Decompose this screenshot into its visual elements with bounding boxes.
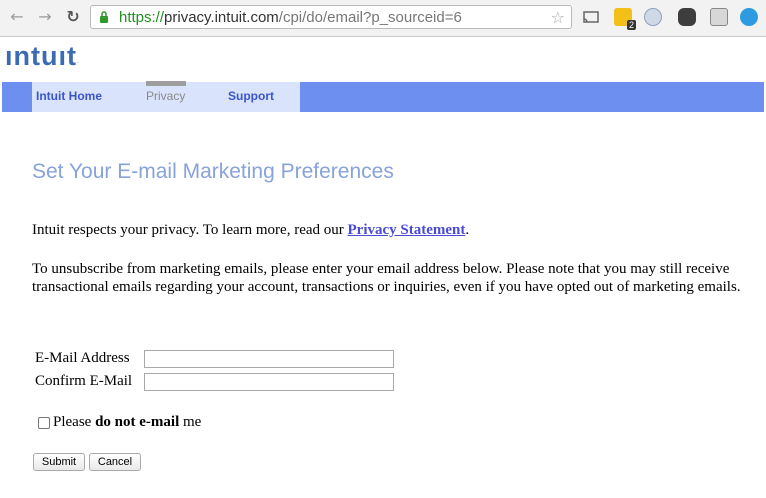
privacy-statement-link[interactable]: Privacy Statement [348, 222, 466, 238]
cast-icon[interactable] [582, 8, 600, 26]
browser-toolbar: ← → ↻ https://privacy.intuit.com/cpi/do/… [0, 0, 766, 37]
extension-globe-icon[interactable] [644, 8, 662, 26]
back-icon[interactable]: ← [8, 8, 26, 26]
submit-button[interactable]: Submit [33, 453, 85, 471]
extension-earth-icon[interactable] [740, 8, 758, 26]
extension-badge: 2 [626, 20, 636, 30]
tab-privacy[interactable]: Privacy [146, 81, 186, 116]
forward-icon[interactable]: → [36, 8, 54, 26]
url-text: https://privacy.intuit.com/cpi/do/email?… [119, 9, 462, 26]
email-field[interactable] [144, 350, 394, 368]
main-nav: Intuit Home Privacy Support [2, 81, 764, 112]
address-bar[interactable]: https://privacy.intuit.com/cpi/do/email?… [90, 5, 572, 29]
do-not-email-row: Please do not e-mail me [38, 414, 201, 431]
cancel-button[interactable]: Cancel [89, 453, 141, 471]
extension-star-icon[interactable]: 2 [614, 8, 636, 30]
confirm-email-label: Confirm E-Mail [35, 373, 133, 389]
intro-paragraph: Intuit respects your privacy. To learn m… [32, 222, 470, 238]
confirm-email-field[interactable] [144, 373, 394, 391]
intuit-logo[interactable]: ıntuıt. [5, 41, 80, 72]
evernote-icon[interactable] [678, 8, 696, 26]
page-title: Set Your E-mail Marketing Preferences [32, 160, 394, 183]
unsubscribe-paragraph: To unsubscribe from marketing emails, pl… [32, 261, 741, 295]
lock-icon [100, 11, 108, 23]
extension-book-icon[interactable] [710, 8, 728, 26]
reload-icon[interactable]: ↻ [64, 8, 82, 26]
do-not-email-checkbox[interactable] [38, 416, 50, 429]
email-label: E-Mail Address [35, 350, 130, 366]
tab-support[interactable]: Support [228, 82, 274, 112]
tab-intuit-home[interactable]: Intuit Home [36, 82, 102, 112]
nav-tabs: Intuit Home Privacy Support [32, 81, 300, 112]
bookmark-star-icon[interactable]: ☆ [551, 8, 565, 27]
